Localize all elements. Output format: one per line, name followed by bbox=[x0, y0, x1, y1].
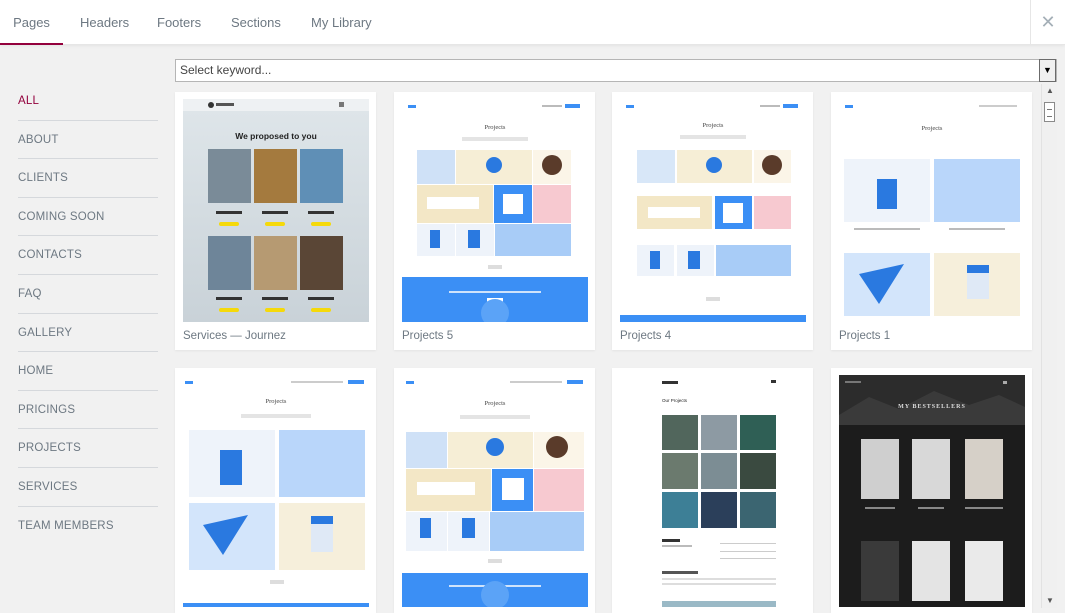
tab-footers[interactable]: Footers bbox=[157, 0, 201, 45]
template-preview-graphic: Projects bbox=[844, 105, 1020, 316]
template-preview-graphic: Projects bbox=[402, 104, 588, 322]
category-coming-soon[interactable]: COMING SOON bbox=[18, 198, 158, 237]
template-preview: Projects bbox=[402, 375, 588, 607]
template-preview-graphic: Projects bbox=[183, 380, 369, 607]
template-heading: Projects bbox=[485, 124, 506, 131]
template-card[interactable]: Projects Projects 4 bbox=[612, 92, 813, 350]
vertical-scrollbar[interactable]: ▲ ▼ bbox=[1041, 84, 1057, 608]
category-services[interactable]: SERVICES bbox=[18, 468, 158, 507]
category-contacts[interactable]: CONTACTS bbox=[18, 236, 158, 275]
template-card[interactable]: Projects bbox=[394, 368, 595, 613]
template-heading: Our Projects bbox=[662, 398, 688, 403]
category-clients[interactable]: CLIENTS bbox=[18, 159, 158, 198]
template-caption: Services — Journez bbox=[183, 330, 286, 342]
category-projects[interactable]: PROJECTS bbox=[18, 429, 158, 468]
template-preview: Projects bbox=[620, 99, 806, 322]
template-preview: Projects bbox=[183, 375, 369, 607]
template-card[interactable]: MY BESTSELLERS bbox=[831, 368, 1032, 613]
template-heading: Projects bbox=[266, 398, 287, 405]
template-heading: Projects bbox=[703, 122, 724, 129]
template-preview-graphic: Projects bbox=[402, 380, 588, 607]
scroll-down-icon[interactable]: ▼ bbox=[1042, 594, 1058, 608]
scrollbar-thumb[interactable] bbox=[1044, 102, 1055, 122]
template-heading: We proposed to you bbox=[235, 131, 317, 141]
template-preview-graphic: Our Projects bbox=[662, 380, 776, 607]
template-library-header: Pages Headers Footers Sections My Librar… bbox=[0, 0, 1065, 45]
tab-pages[interactable]: Pages bbox=[0, 0, 63, 45]
template-preview: Projects bbox=[839, 99, 1025, 322]
category-about[interactable]: ABOUT bbox=[18, 121, 158, 160]
template-card[interactable]: Our Projects bbox=[612, 368, 813, 613]
template-preview-graphic: We proposed to you bbox=[183, 99, 369, 312]
template-preview-graphic: Projects bbox=[620, 104, 806, 322]
template-card[interactable]: Projects Projects 1 bbox=[831, 92, 1032, 350]
category-faq[interactable]: FAQ bbox=[18, 275, 158, 314]
template-preview: We proposed to you bbox=[183, 99, 369, 322]
tab-sections[interactable]: Sections bbox=[231, 0, 281, 45]
template-card[interactable]: We proposed to you Services — Journez bbox=[175, 92, 376, 350]
template-card[interactable]: Projects bbox=[394, 92, 595, 350]
chevron-down-icon[interactable]: ▼ bbox=[1039, 59, 1056, 82]
template-caption: Projects 5 bbox=[402, 330, 454, 342]
category-home[interactable]: HOME bbox=[18, 352, 158, 391]
template-caption: Projects 4 bbox=[620, 330, 672, 342]
keyword-select[interactable]: Select keyword... ▼ bbox=[175, 59, 1057, 82]
category-gallery[interactable]: GALLERY bbox=[18, 314, 158, 353]
tab-my-library[interactable]: My Library bbox=[311, 0, 372, 45]
template-caption: Projects 1 bbox=[839, 330, 891, 342]
template-preview: MY BESTSELLERS bbox=[839, 375, 1025, 607]
tab-headers[interactable]: Headers bbox=[80, 0, 129, 45]
template-preview: Our Projects bbox=[620, 375, 806, 607]
category-all[interactable]: ALL bbox=[18, 82, 158, 121]
template-preview-graphic: MY BESTSELLERS bbox=[839, 375, 1025, 601]
category-sidebar: ALL ABOUT CLIENTS COMING SOON CONTACTS F… bbox=[18, 82, 158, 545]
category-team-members[interactable]: TEAM MEMBERS bbox=[18, 507, 158, 546]
template-heading: MY BESTSELLERS bbox=[898, 404, 966, 410]
template-card[interactable]: Projects bbox=[175, 368, 376, 613]
template-heading: Projects bbox=[922, 125, 943, 132]
scroll-up-icon[interactable]: ▲ bbox=[1042, 84, 1058, 98]
template-heading: Projects bbox=[485, 400, 506, 407]
close-icon[interactable]: ✕ bbox=[1030, 0, 1065, 45]
template-preview: Projects bbox=[402, 99, 588, 322]
category-pricings[interactable]: PRICINGS bbox=[18, 391, 158, 430]
keyword-select-value: Select keyword... bbox=[180, 63, 272, 77]
